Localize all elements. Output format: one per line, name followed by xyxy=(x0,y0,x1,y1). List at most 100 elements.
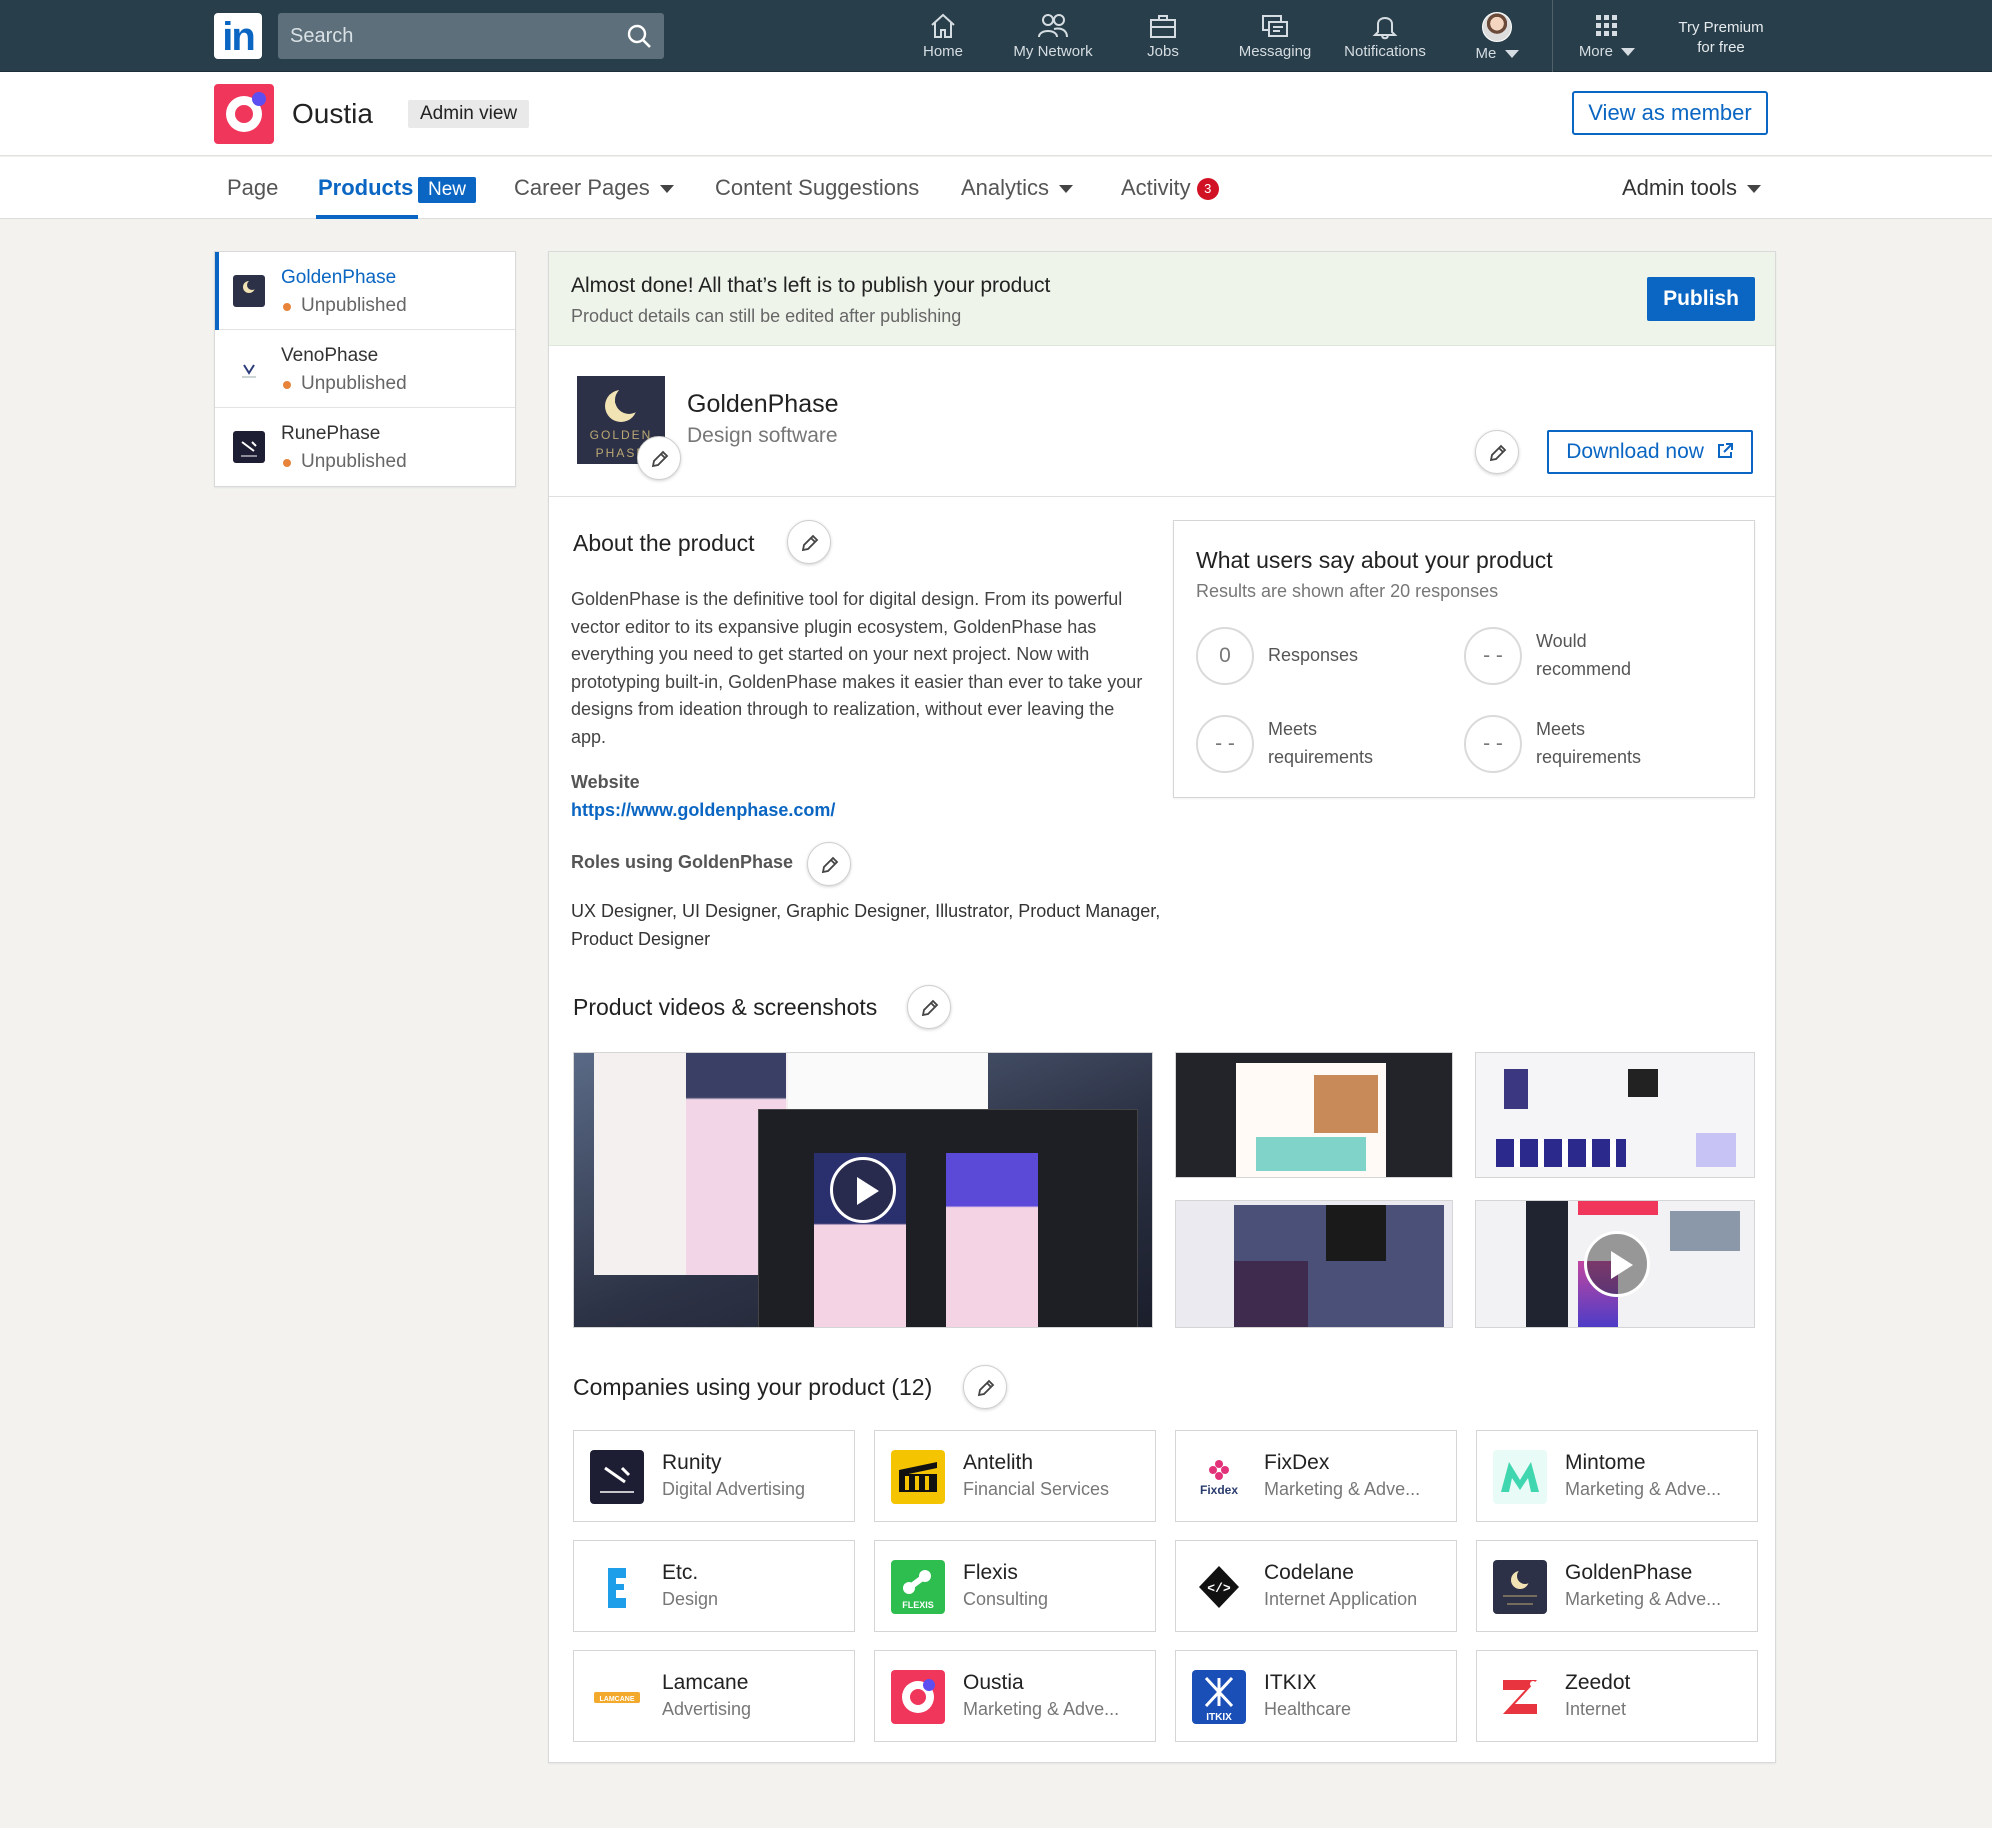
company-card-zeedot[interactable]: Zeedot Internet xyxy=(1476,1650,1758,1742)
runephase-logo xyxy=(233,431,265,463)
nav-home[interactable]: Home xyxy=(888,12,998,64)
website-label: Website xyxy=(571,772,640,792)
company-industry: Internet Application xyxy=(1264,1589,1418,1609)
svg-text:ITKIX: ITKIX xyxy=(1206,1712,1232,1723)
admin-view-chip: Admin view xyxy=(408,100,530,128)
product-list-item-runephase[interactable]: RunePhase Unpublished xyxy=(215,408,515,486)
company-card-mintome[interactable]: Mintome Marketing & Adve... xyxy=(1476,1430,1758,1522)
active-tab-underline xyxy=(316,215,418,219)
company-card-flexis[interactable]: FLEXIS Flexis Consulting xyxy=(874,1540,1156,1632)
company-card-codelane[interactable]: </> Codelane Internet Application xyxy=(1175,1540,1457,1632)
tab-content-suggestions[interactable]: Content Suggestions xyxy=(715,175,919,201)
company-card-itkix[interactable]: ITKIX ITKIX Healthcare xyxy=(1175,1650,1457,1742)
svg-text:Fixdex: Fixdex xyxy=(1200,1483,1238,1497)
nav-my-network-label: My Network xyxy=(1013,43,1093,60)
company-card-runity[interactable]: Runity Digital Advertising xyxy=(573,1430,855,1522)
company-industry: Design xyxy=(662,1589,719,1609)
publish-banner: Almost done! All that’s left is to publi… xyxy=(549,252,1775,346)
company-name: FixDex xyxy=(1264,1451,1330,1474)
search-input[interactable] xyxy=(278,13,618,59)
product-list-item-venophase[interactable]: VenoPhase Unpublished xyxy=(215,330,515,408)
company-name: Flexis xyxy=(963,1561,1018,1584)
company-card-goldenphase[interactable]: GoldenPhase Marketing & Adve... xyxy=(1476,1540,1758,1632)
company-name: Oustia xyxy=(292,98,373,129)
goldenphase-logo xyxy=(233,275,265,307)
edit-about-button[interactable] xyxy=(787,520,831,564)
pencil-icon xyxy=(801,534,819,552)
roles-list: UX Designer, UI Designer, Graphic Design… xyxy=(571,901,1161,949)
pencil-icon xyxy=(651,450,669,468)
edit-companies-button[interactable] xyxy=(963,1365,1007,1409)
pencil-icon xyxy=(977,1379,995,1397)
company-name: Zeedot xyxy=(1565,1671,1631,1694)
company-card-lamcane[interactable]: LAMCANE Lamcane Advertising xyxy=(573,1650,855,1742)
nav-jobs[interactable]: Jobs xyxy=(1108,12,1218,64)
company-card-antelith[interactable]: Antelith Financial Services xyxy=(874,1430,1156,1522)
company-header: Oustia Admin view View as member xyxy=(0,72,1992,156)
tab-products[interactable]: Products xyxy=(318,175,413,201)
bell-icon xyxy=(1372,17,1398,40)
tab-admin-tools[interactable]: Admin tools xyxy=(1622,175,1761,201)
banner-subtitle: Product details can still be edited afte… xyxy=(571,306,962,326)
premium-line-1: Try Premium xyxy=(1678,19,1764,36)
nav-me[interactable]: Me xyxy=(1442,12,1552,64)
edit-logo-button[interactable] xyxy=(637,436,681,480)
edit-roles-button[interactable] xyxy=(807,842,851,886)
screenshot-1[interactable] xyxy=(1175,1052,1453,1178)
nav-home-label: Home xyxy=(922,43,963,60)
tab-career-pages[interactable]: Career Pages xyxy=(514,175,674,201)
product-status: Unpublished xyxy=(301,373,407,394)
try-premium-link[interactable]: Try Premium for free xyxy=(1666,18,1776,58)
company-industry: Marketing & Adve... xyxy=(1565,1479,1722,1499)
premium-line-2: for free xyxy=(1697,39,1745,56)
new-badge: New xyxy=(418,177,477,203)
company-name: Antelith xyxy=(963,1451,1034,1474)
nav-my-network[interactable]: My Network xyxy=(998,12,1108,64)
nav-messaging[interactable]: Messaging xyxy=(1220,12,1330,64)
website-link[interactable]: https://www.goldenphase.com/ xyxy=(571,800,835,821)
view-as-member-button[interactable]: View as member xyxy=(1572,91,1768,135)
product-list-item-goldenphase[interactable]: GoldenPhase Unpublished xyxy=(215,252,515,330)
nav-more-label: More xyxy=(1578,43,1613,60)
tab-page[interactable]: Page xyxy=(227,175,278,201)
linkedin-logo[interactable]: in xyxy=(214,13,262,59)
screenshot-2[interactable] xyxy=(1475,1052,1755,1178)
goldenphase-logo xyxy=(1493,1560,1547,1614)
company-card-etc[interactable]: Etc. Design xyxy=(573,1540,855,1632)
edit-media-button[interactable] xyxy=(907,985,951,1029)
antelith-logo xyxy=(891,1450,945,1504)
company-industry: Healthcare xyxy=(1264,1699,1352,1719)
company-name: Mintome xyxy=(1565,1451,1646,1474)
company-name: Etc. xyxy=(662,1561,699,1584)
play-icon[interactable] xyxy=(830,1157,896,1223)
home-icon xyxy=(931,13,955,38)
screenshot-4[interactable] xyxy=(1475,1200,1755,1328)
tab-activity[interactable]: Activity 3 xyxy=(1121,175,1219,201)
play-icon[interactable] xyxy=(1584,1231,1650,1297)
tab-activity-label: Activity xyxy=(1121,175,1191,200)
responses-value: 0 xyxy=(1196,627,1254,685)
download-now-button[interactable]: Download now xyxy=(1547,430,1753,474)
screenshot-3[interactable] xyxy=(1175,1200,1453,1328)
chevron-down-icon xyxy=(1504,50,1519,59)
company-card-fixdex[interactable]: Fixdex FixDex Marketing & Adve... xyxy=(1175,1430,1457,1522)
svg-text:LAMCANE: LAMCANE xyxy=(600,1696,635,1703)
publish-button[interactable]: Publish xyxy=(1647,277,1755,321)
tab-analytics[interactable]: Analytics xyxy=(961,175,1074,201)
nav-more[interactable]: More xyxy=(1552,12,1662,64)
zeedot-logo xyxy=(1493,1670,1547,1724)
venophase-logo xyxy=(233,353,265,385)
product-video-main[interactable] xyxy=(573,1052,1153,1328)
company-industry: Marketing & Adve... xyxy=(963,1699,1120,1719)
svg-text:</>: </> xyxy=(1207,1581,1231,1596)
fixdex-logo: Fixdex xyxy=(1192,1450,1246,1504)
nav-notifications[interactable]: Notifications xyxy=(1330,12,1440,64)
company-card-oustia[interactable]: Oustia Marketing & Adve... xyxy=(874,1650,1156,1742)
status-dot xyxy=(283,459,291,467)
edit-product-header-button[interactable] xyxy=(1475,430,1519,474)
lamcane-logo: LAMCANE xyxy=(590,1670,644,1724)
about-description: GoldenPhase is the definitive tool for d… xyxy=(571,589,1143,747)
search-icon[interactable] xyxy=(626,23,652,49)
recommend-value: - - xyxy=(1464,627,1522,685)
product-category: Design software xyxy=(687,424,838,447)
